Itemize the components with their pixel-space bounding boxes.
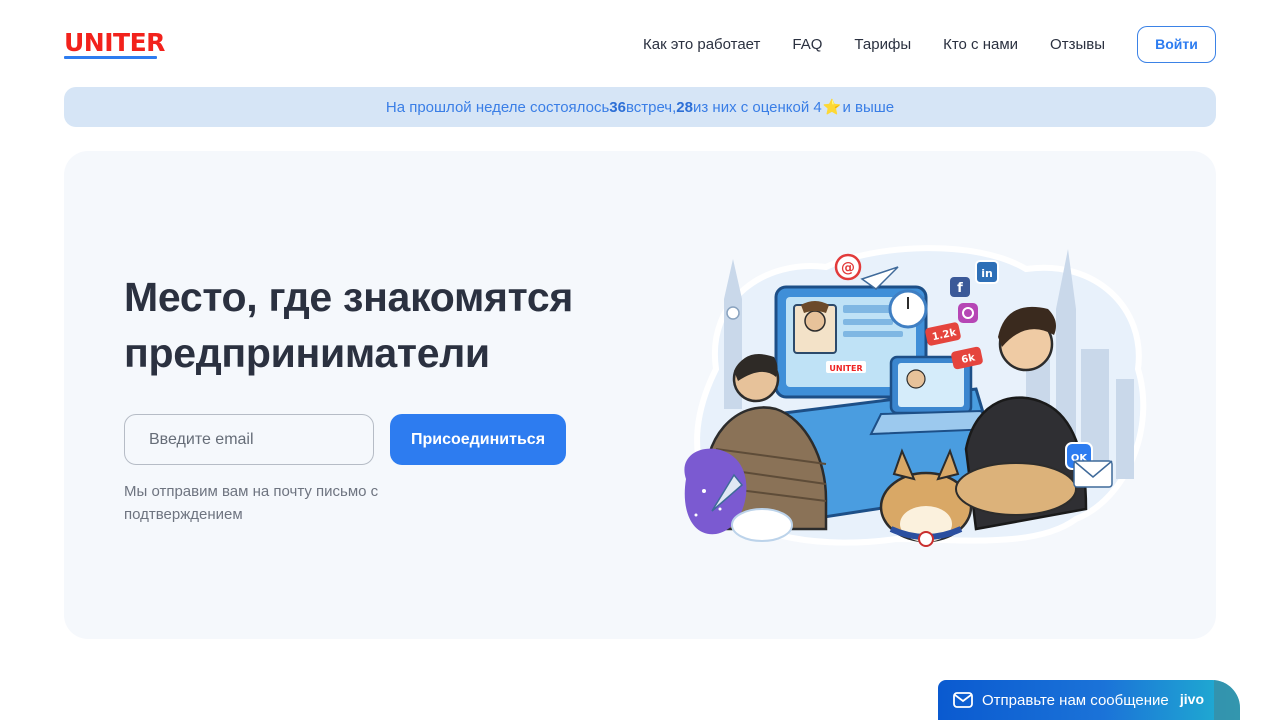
- svg-text:in: in: [981, 267, 993, 280]
- email-input[interactable]: [124, 414, 374, 465]
- nav-pricing[interactable]: Тарифы: [854, 36, 911, 53]
- chat-widget[interactable]: Отправьте нам сообщение jivo: [938, 680, 1240, 720]
- hero-title: Место, где знакомятся предприниматели: [124, 274, 573, 376]
- envelope-icon: [953, 692, 973, 708]
- hero-illustration: UNITER f in @ 1.2k 6k OK: [684, 245, 1147, 547]
- jivo-logo: jivo: [1179, 691, 1204, 707]
- banner-text-1: На прошлой неделе состоялось: [385, 98, 610, 116]
- banner-meetings-count: 36: [609, 98, 626, 116]
- join-button[interactable]: Присоединиться: [390, 414, 566, 465]
- site-header: UNITER Как это работает FAQ Тарифы Кто с…: [64, 24, 1216, 64]
- nav-reviews[interactable]: Отзывы: [1050, 36, 1105, 53]
- chat-widget-label: Отправьте нам сообщение: [982, 691, 1169, 709]
- banner-text-4: и выше: [842, 98, 895, 116]
- uniter-screen-badge: UNITER: [829, 364, 862, 373]
- at-badge: @: [841, 260, 855, 276]
- star-icon: ⭐: [822, 99, 842, 116]
- main-nav: Как это работает FAQ Тарифы Кто с нами О…: [611, 25, 1216, 63]
- logo[interactable]: UNITER: [64, 27, 165, 59]
- nav-partners[interactable]: Кто с нами: [943, 36, 1018, 53]
- banner-rated-count: 28: [676, 98, 693, 116]
- logo-underline: [64, 55, 157, 59]
- hero-section: Место, где знакомятся предприниматели Пр…: [64, 151, 1216, 639]
- logo-text: UNITER: [64, 27, 165, 57]
- widget-corner: [1214, 680, 1240, 720]
- login-button[interactable]: Войти: [1137, 25, 1216, 63]
- nav-how-it-works[interactable]: Как это работает: [643, 36, 760, 53]
- nav-faq[interactable]: FAQ: [792, 36, 822, 53]
- confirmation-hint: Мы отправим вам на почту письмо с подтве…: [124, 483, 379, 523]
- banner-text-2: встреч,: [625, 98, 677, 116]
- stats-banner: На прошлой неделе состоялось 36 встреч, …: [64, 87, 1216, 127]
- banner-text-3: из них с оценкой 4: [692, 98, 822, 116]
- svg-text:f: f: [957, 281, 963, 296]
